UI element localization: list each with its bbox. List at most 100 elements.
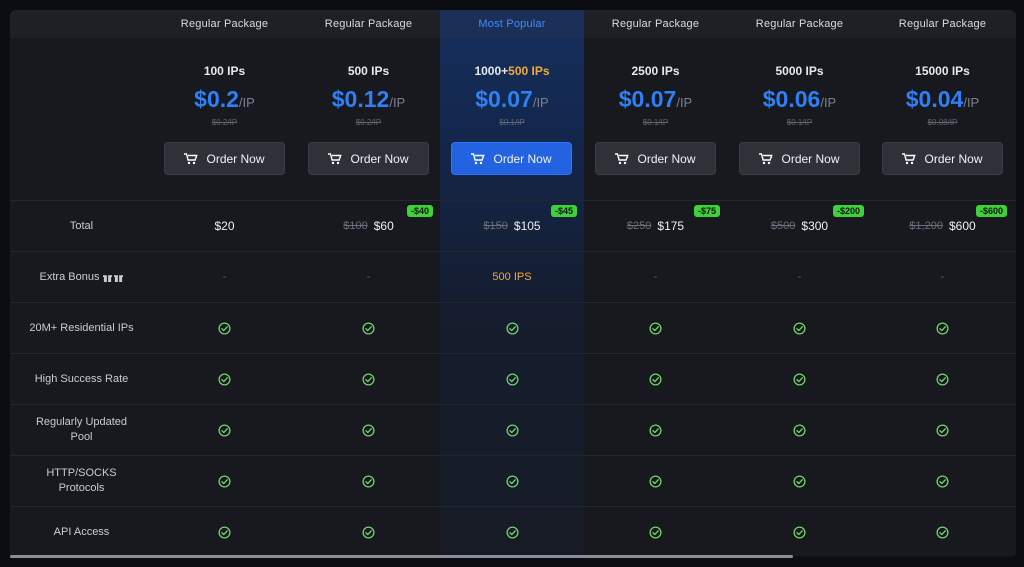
cart-icon [615, 152, 630, 164]
feature-cell [871, 303, 1014, 353]
feature-row: 20M+ Residential IPs [10, 302, 1016, 353]
feature-cell [728, 405, 871, 455]
column-header-popular: Most Popular [440, 10, 584, 38]
discount-badge: -$600 [975, 205, 1007, 217]
bonus-row: Extra Bonus - - 500 IPS - - - [10, 251, 1016, 302]
cart-icon [328, 152, 343, 164]
feature-cell [440, 405, 584, 455]
total-cell: $250 $175 -$75 [584, 201, 727, 251]
check-circle-icon [218, 321, 231, 335]
bonus-cell: - [366, 271, 371, 283]
feature-cell [440, 507, 584, 557]
cart-icon [902, 152, 917, 164]
feature-cell [584, 303, 727, 353]
check-circle-icon [649, 372, 662, 386]
check-circle-icon [793, 372, 806, 386]
package-old-price: $0.1/IP [786, 118, 813, 127]
order-now-button[interactable]: Order Now [595, 142, 716, 175]
total-cell: $100 $60 -$40 [297, 201, 440, 251]
order-now-button[interactable]: Order Now [451, 142, 572, 175]
feature-row: API Access [10, 506, 1016, 557]
feature-cell [153, 303, 296, 353]
header-row: Regular Package Regular Package Most Pop… [10, 10, 1016, 38]
check-circle-icon [505, 474, 519, 488]
package-cards: 100 IPs $0.2/IP $0.2/IP Order Now 500 IP… [10, 38, 1016, 200]
discount-badge: -$75 [693, 205, 720, 217]
package-card: 2500 IPs $0.07/IP $0.1/IP Order Now [584, 38, 727, 200]
gift-icon [103, 274, 113, 282]
feature-cell [871, 405, 1014, 455]
feature-row: High Success Rate [10, 353, 1016, 404]
discount-badge: -$200 [832, 205, 864, 217]
feature-row: Regularly Updated Pool [10, 404, 1016, 455]
feature-cell [153, 507, 296, 557]
discount-badge: -$45 [550, 205, 577, 217]
check-circle-icon [362, 474, 375, 488]
column-header: Regular Package [755, 18, 844, 30]
feature-label: API Access [53, 525, 110, 538]
package-ips: 15000 IPs [915, 64, 970, 78]
feature-cell [297, 456, 440, 506]
column-header: Regular Package [180, 18, 269, 30]
feature-cell [153, 354, 296, 404]
check-circle-icon [793, 525, 806, 539]
check-circle-icon [793, 474, 806, 488]
bonus-cell: - [797, 271, 802, 283]
gift-icon [114, 274, 124, 282]
package-ips: 2500 IPs [631, 64, 680, 78]
check-circle-icon [362, 423, 375, 437]
check-circle-icon [362, 525, 375, 539]
package-ips: 100 IPs [203, 64, 246, 78]
total-row: Total $20 $100 $60 -$40 $150 $105 -$45 $25… [10, 200, 1016, 251]
feature-cell [584, 507, 727, 557]
package-price: $0.07/IP [475, 86, 549, 112]
order-now-button[interactable]: Order Now [739, 142, 860, 175]
check-circle-icon [649, 423, 662, 437]
feature-cell [871, 354, 1014, 404]
feature-cell [584, 354, 727, 404]
check-circle-icon [362, 321, 375, 335]
check-circle-icon [362, 372, 375, 386]
package-old-price: $0.1/IP [642, 118, 669, 127]
package-old-price: $0.1/IP [499, 118, 525, 127]
order-now-button[interactable]: Order Now [164, 142, 285, 175]
horizontal-scrollbar[interactable] [10, 555, 793, 558]
package-ips: 500 IPs [347, 64, 390, 78]
feature-cell [440, 456, 584, 506]
feature-cell [871, 507, 1014, 557]
order-now-label: Order Now [924, 151, 983, 166]
feature-cell [728, 456, 871, 506]
feature-cell [297, 405, 440, 455]
feature-cell [871, 456, 1014, 506]
check-circle-icon [218, 423, 231, 437]
cart-icon [184, 152, 199, 164]
package-ips: 5000 IPs [775, 64, 824, 78]
order-now-button[interactable]: Order Now [308, 142, 429, 175]
feature-row: HTTP/SOCKS Protocols [10, 455, 1016, 506]
order-now-button[interactable]: Order Now [882, 142, 1003, 175]
column-header: Regular Package [611, 18, 700, 30]
check-circle-icon [936, 423, 949, 437]
order-now-label: Order Now [206, 151, 265, 166]
check-circle-icon [936, 321, 949, 335]
package-price: $0.07/IP [618, 86, 693, 112]
package-price: $0.04/IP [905, 86, 980, 112]
feature-cell [440, 354, 584, 404]
check-circle-icon [505, 321, 519, 335]
total-cell: $500 $300 -$200 [728, 201, 871, 251]
check-circle-icon [505, 372, 519, 386]
check-circle-icon [649, 474, 662, 488]
bonus-cell: - [940, 271, 945, 283]
package-card: 100 IPs $0.2/IP $0.2/IP Order Now [153, 38, 296, 200]
package-card: 5000 IPs $0.06/IP $0.1/IP Order Now [728, 38, 871, 200]
feature-cell [584, 456, 727, 506]
order-now-label: Order Now [637, 151, 696, 166]
feature-label: High Success Rate [34, 372, 129, 385]
discount-badge: -$40 [406, 205, 433, 217]
check-circle-icon [218, 372, 231, 386]
feature-cell [297, 507, 440, 557]
feature-cell [584, 405, 727, 455]
feature-cell [728, 303, 871, 353]
check-circle-icon [649, 321, 662, 335]
package-price: $0.2/IP [194, 86, 255, 112]
